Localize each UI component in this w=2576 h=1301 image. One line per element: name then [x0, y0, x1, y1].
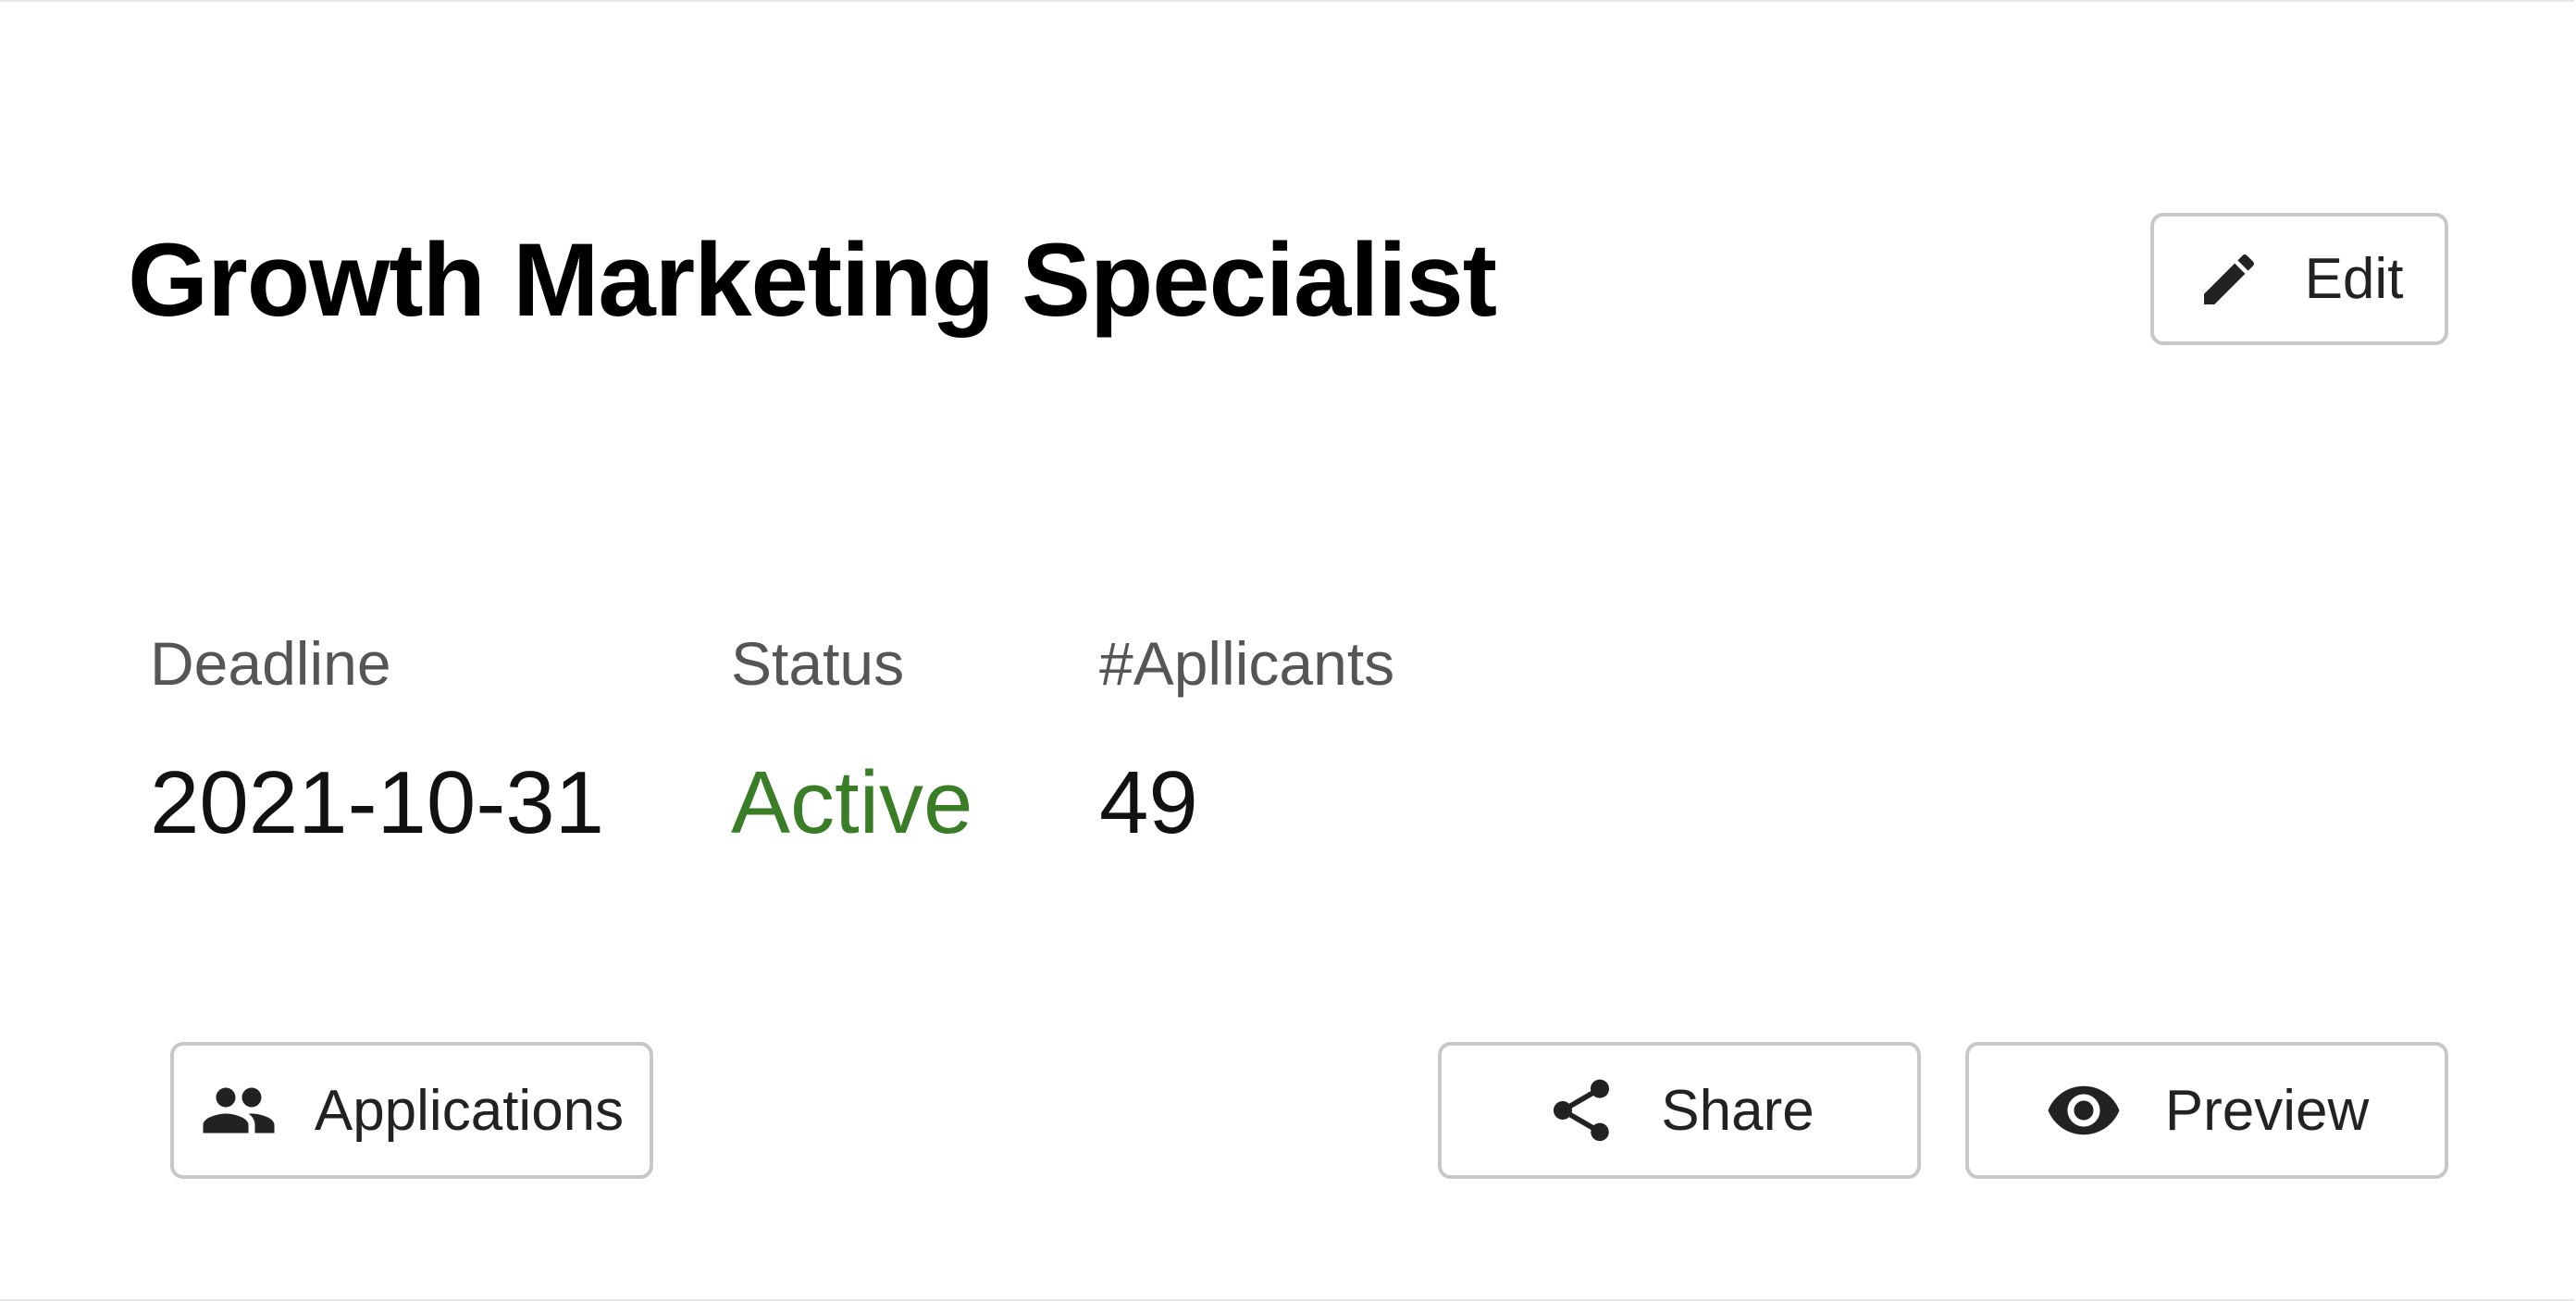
applicants-label: #Apllicants — [1099, 629, 1395, 698]
people-icon — [200, 1072, 278, 1149]
applicants-stat: #Apllicants 49 — [1099, 624, 1394, 857]
preview-button-label: Preview — [2164, 1078, 2370, 1143]
job-title: Growth Marketing Specialist — [128, 222, 1497, 338]
job-card: Growth Marketing Specialist Edit Deadlin… — [0, 0, 2574, 1301]
status-label: Status — [731, 629, 905, 698]
edit-button[interactable]: Edit — [2150, 213, 2448, 345]
deadline-stat: Deadline 2021-10-31 — [150, 624, 604, 857]
eye-icon — [2045, 1072, 2123, 1149]
share-button-label: Share — [1661, 1078, 1814, 1143]
deadline-value: 2021-10-31 — [150, 753, 605, 852]
status-stat: Status Active — [731, 624, 972, 857]
status-value: Active — [731, 753, 973, 852]
applications-button[interactable]: Applications — [170, 1042, 653, 1179]
pencil-icon — [2196, 246, 2262, 313]
share-icon — [1544, 1073, 1618, 1147]
edit-button-label: Edit — [2304, 247, 2404, 311]
preview-button[interactable]: Preview — [1965, 1042, 2448, 1179]
deadline-label: Deadline — [150, 629, 391, 698]
share-button[interactable]: Share — [1438, 1042, 1921, 1179]
applications-button-label: Applications — [314, 1078, 625, 1143]
applicants-value: 49 — [1099, 753, 1198, 852]
